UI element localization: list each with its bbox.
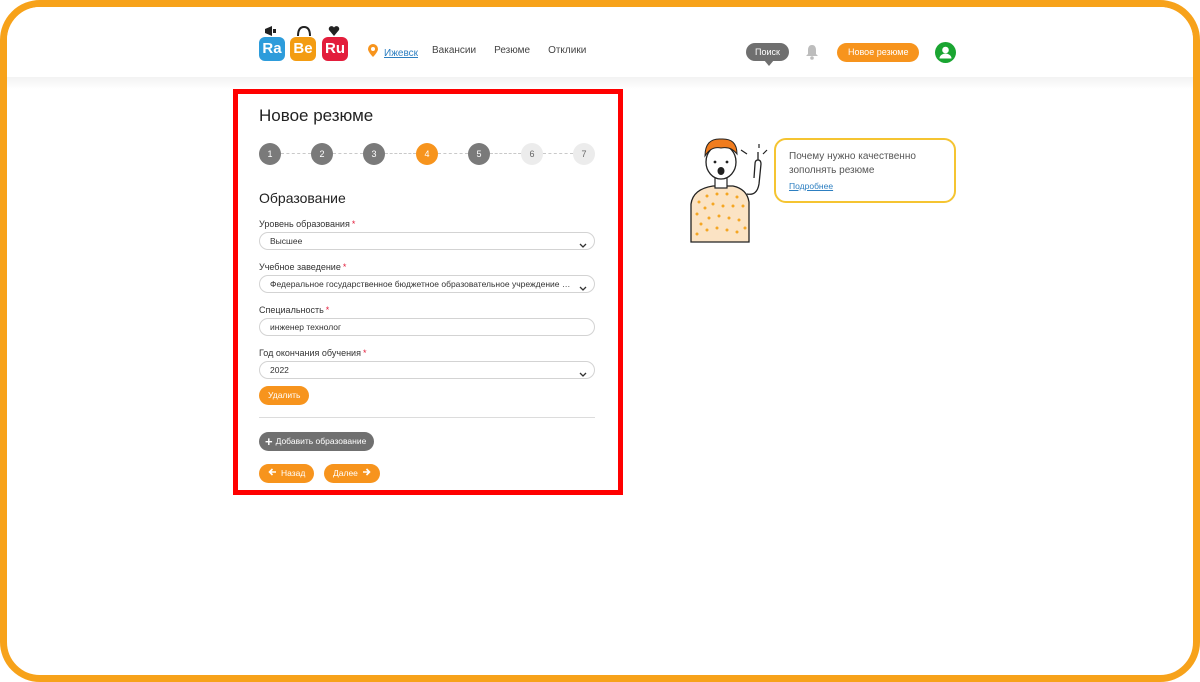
- new-resume-button[interactable]: Новое резюме: [837, 43, 920, 62]
- add-education-label: Добавить образование: [275, 436, 367, 446]
- map-pin-icon: [368, 44, 378, 62]
- graduation-year-label: Год окончания обучения *: [259, 348, 366, 358]
- divider: [259, 417, 595, 418]
- step-5[interactable]: 5: [468, 143, 490, 165]
- step-connector: [438, 153, 468, 154]
- education-level-label-text: Уровень образования: [259, 219, 350, 229]
- hint-text: Почему нужно качественно зополнять резюм…: [789, 151, 916, 176]
- step-connector: [543, 153, 573, 154]
- hint-card: Почему нужно качественно зополнять резюм…: [774, 138, 956, 203]
- arrow-right-icon: [362, 464, 371, 483]
- mascot-illustration: [683, 134, 769, 244]
- nav-vacancies[interactable]: Вакансии: [432, 45, 476, 56]
- nav-resumes[interactable]: Резюме: [494, 45, 530, 56]
- main-nav: Вакансии Резюме Отклики: [432, 45, 586, 56]
- next-button[interactable]: Далее: [324, 464, 380, 483]
- required-mark: *: [362, 348, 367, 358]
- avatar[interactable]: [935, 42, 956, 63]
- section-title: Образование: [259, 190, 346, 206]
- add-education-button[interactable]: + Добавить образование: [259, 432, 375, 451]
- hint-more-link[interactable]: Подробнее: [789, 181, 833, 191]
- institution-label: Учебное заведение *: [259, 262, 346, 272]
- back-button[interactable]: Назад: [259, 464, 315, 483]
- step-6[interactable]: 6: [521, 143, 543, 165]
- top-header: Ra Be Ru Ижевск Вакансии Резюме Отклики …: [7, 7, 1193, 78]
- specialty-label: Специальность *: [259, 305, 329, 315]
- institution-value: Федеральное государственное бюджетное об…: [270, 279, 595, 289]
- step-progress: 1 2 3 4 5 6 7: [259, 142, 599, 166]
- logo-tile-ru: Ru: [322, 37, 348, 61]
- specialty-input[interactable]: инженер технолог: [259, 318, 595, 336]
- arrow-left-icon: [268, 464, 277, 483]
- logo-tile-be: Be: [290, 37, 316, 61]
- graduation-year-value: 2022: [270, 365, 289, 375]
- institution-select[interactable]: Федеральное государственное бюджетное об…: [259, 275, 595, 293]
- logo-tile-ra: Ra: [259, 37, 285, 61]
- step-1[interactable]: 1: [259, 143, 281, 165]
- education-level-select[interactable]: Высшее: [259, 232, 595, 250]
- search-button[interactable]: Поиск: [746, 43, 789, 66]
- specialty-label-text: Специальность: [259, 305, 324, 315]
- step-connector: [333, 153, 363, 154]
- institution-label-text: Учебное заведение: [259, 262, 341, 272]
- education-level-label: Уровень образования *: [259, 219, 355, 229]
- user-icon: [939, 46, 952, 59]
- bell-icon[interactable]: [804, 44, 820, 65]
- back-label: Назад: [281, 468, 306, 478]
- header-shadow: [7, 77, 1193, 89]
- graduation-year-select[interactable]: 2022: [259, 361, 595, 379]
- step-connector: [281, 153, 311, 154]
- step-connector: [490, 153, 521, 154]
- step-2[interactable]: 2: [311, 143, 333, 165]
- step-4[interactable]: 4: [416, 143, 438, 165]
- plus-icon: +: [265, 434, 273, 449]
- step-7[interactable]: 7: [573, 143, 595, 165]
- delete-education-button[interactable]: Удалить: [259, 386, 310, 405]
- rabeeru-logo[interactable]: Ra Be Ru: [252, 25, 352, 71]
- graduation-year-label-text: Год окончания обучения: [259, 348, 361, 358]
- location-selector[interactable]: Ижевск: [368, 44, 418, 62]
- required-mark: *: [325, 305, 330, 315]
- next-label: Далее: [333, 468, 358, 478]
- specialty-value: инженер технолог: [270, 322, 342, 332]
- required-mark: *: [351, 219, 356, 229]
- chevron-down-icon: [579, 367, 587, 378]
- page-title: Новое резюме: [259, 106, 374, 125]
- required-mark: *: [342, 262, 347, 272]
- step-3[interactable]: 3: [363, 143, 385, 165]
- chevron-down-icon: [579, 238, 587, 249]
- screenshot-frame: Ra Be Ru Ижевск Вакансии Резюме Отклики …: [0, 0, 1200, 682]
- chevron-down-icon: [579, 281, 587, 292]
- resume-form-card: Новое резюме 1 2 3 4 5 6 7 Образование У…: [233, 89, 623, 495]
- nav-responses[interactable]: Отклики: [548, 45, 586, 56]
- education-level-value: Высшее: [270, 236, 303, 246]
- step-connector: [385, 153, 416, 154]
- location-label[interactable]: Ижевск: [384, 48, 418, 59]
